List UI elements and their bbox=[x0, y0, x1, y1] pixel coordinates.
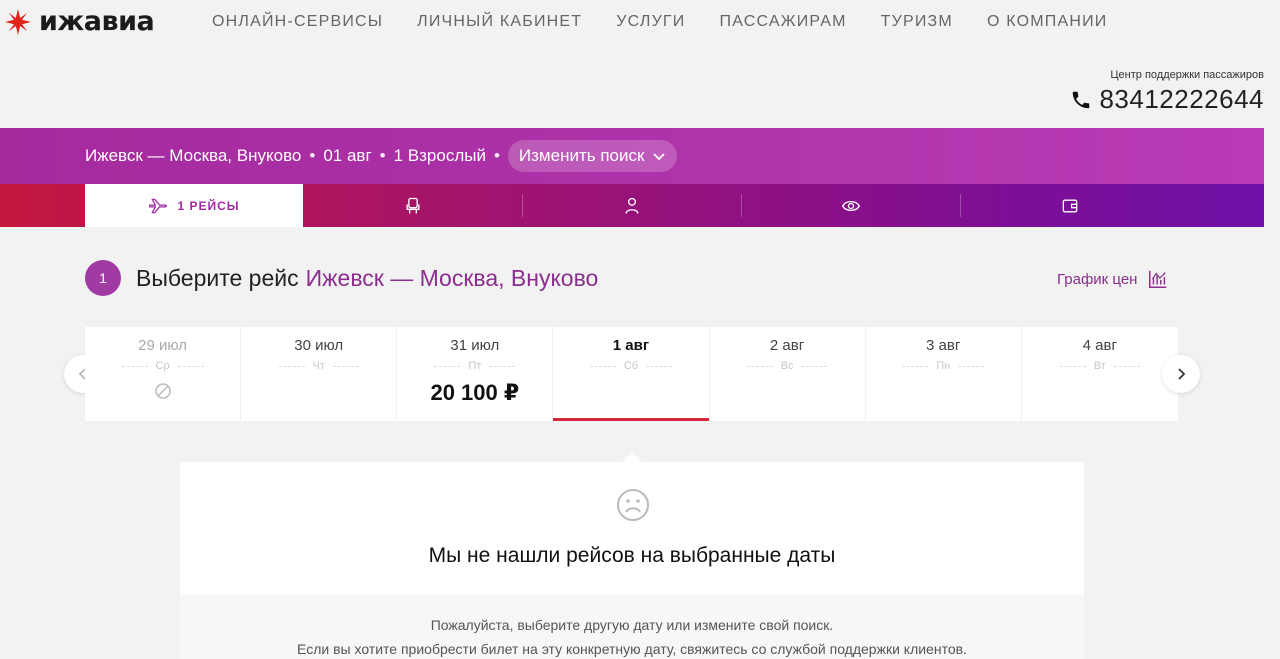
summary-date: 01 авг bbox=[323, 146, 372, 165]
card-pointer bbox=[622, 452, 642, 462]
booking-steps: 1 РЕЙСЫ bbox=[0, 184, 1264, 227]
sad-face-icon bbox=[617, 489, 649, 521]
menu-item-passengers[interactable]: ПАССАЖИРАМ bbox=[720, 13, 847, 31]
date-cell[interactable]: 30 июл Чт bbox=[241, 327, 398, 421]
weekday-label: Пн bbox=[866, 360, 1021, 372]
eye-icon bbox=[841, 200, 860, 211]
step-passengers[interactable] bbox=[522, 184, 741, 227]
main-menu: ОНЛАЙН-СЕРВИСЫ ЛИЧНЫЙ КАБИНЕТ УСЛУГИ ПАС… bbox=[212, 13, 1141, 31]
date-cell[interactable]: 4 авг Вт bbox=[1022, 327, 1178, 421]
logo-text: ижавиа bbox=[39, 6, 155, 37]
step-seats[interactable] bbox=[303, 184, 522, 227]
date-cell[interactable]: 31 июл Пт 20 100 ₽ bbox=[397, 327, 554, 421]
no-flights-message-2: Если вы хотите приобрести билет на эту к… bbox=[297, 641, 967, 657]
section-route: Ижевск — Москва, Внуково bbox=[305, 264, 599, 291]
chevron-right-icon bbox=[1178, 368, 1186, 380]
date-label: 29 июл bbox=[138, 337, 188, 354]
date-label: 31 июл bbox=[450, 337, 500, 354]
step-review[interactable] bbox=[741, 184, 960, 227]
weekday-label: Сб bbox=[553, 360, 708, 372]
date-cell[interactable]: 2 авг Вс bbox=[710, 327, 866, 421]
step-number-badge: 1 bbox=[85, 260, 121, 296]
weekday-label: Ср bbox=[85, 360, 240, 372]
no-flights-title: Мы не нашли рейсов на выбранные даты bbox=[428, 544, 836, 567]
no-flights-message-1: Пожалуйста, выберите другую дату или изм… bbox=[430, 617, 834, 633]
date-label: 30 июл bbox=[294, 337, 344, 354]
summary-passengers: 1 Взрослый bbox=[393, 146, 486, 165]
person-icon bbox=[625, 197, 638, 214]
menu-item-account[interactable]: ЛИЧНЫЙ КАБИНЕТ bbox=[417, 13, 582, 31]
section-heading: Выберите рейс bbox=[136, 264, 299, 291]
menu-item-online-services[interactable]: ОНЛАЙН-СЕРВИСЫ bbox=[212, 13, 383, 31]
date-label: 4 авг bbox=[1082, 337, 1117, 354]
weekday-label: Вс bbox=[710, 360, 865, 372]
step-flights-label: 1 РЕЙСЫ bbox=[177, 198, 240, 213]
top-navigation: ижавиа ОНЛАЙН-СЕРВИСЫ ЛИЧНЫЙ КАБИНЕТ УСЛ… bbox=[0, 0, 1280, 46]
step-payment[interactable] bbox=[960, 184, 1179, 227]
summary-separator: • bbox=[379, 146, 386, 165]
weekday-label: Пт bbox=[397, 360, 552, 372]
weekday-label: Чт bbox=[241, 360, 396, 372]
date-cell: 29 июл Ср bbox=[85, 327, 242, 421]
support-phone-number: 83412222644 bbox=[1099, 84, 1264, 114]
weekday-label: Вт bbox=[1022, 360, 1178, 372]
date-label: 1 авг bbox=[612, 337, 650, 354]
date-label: 3 авг bbox=[926, 337, 961, 354]
summary-route: Ижевск — Москва, Внуково bbox=[85, 146, 302, 165]
menu-item-about[interactable]: О КОМПАНИИ bbox=[987, 13, 1108, 31]
plane-icon bbox=[149, 198, 168, 213]
phone-icon bbox=[1073, 91, 1090, 108]
summary-separator: • bbox=[493, 146, 500, 165]
section-title: 1 Выберите рейс Ижевск — Москва, Внуково bbox=[85, 260, 598, 296]
support-label: Центр поддержки пассажиров bbox=[1110, 69, 1264, 81]
logo[interactable]: ижавиа bbox=[4, 6, 155, 37]
price-graph-link[interactable]: График цен bbox=[1057, 268, 1169, 290]
wallet-icon bbox=[1062, 199, 1077, 212]
date-price: 20 100 ₽ bbox=[430, 380, 520, 405]
change-search-button[interactable]: Изменить поиск bbox=[507, 140, 678, 172]
date-carousel: 29 июл Ср 30 июл Чт 31 июл Пт 20 100 ₽ 1… bbox=[85, 327, 1178, 421]
support-phone-link[interactable]: 83412222644 bbox=[1070, 84, 1264, 115]
chevron-down-icon bbox=[653, 153, 666, 161]
support-block: Центр поддержки пассажиров 83412222644 bbox=[1070, 69, 1264, 115]
summary-separator: • bbox=[309, 146, 316, 165]
price-graph-label: График цен bbox=[1057, 270, 1138, 288]
seat-icon bbox=[406, 197, 419, 213]
date-cell[interactable]: 3 авг Пн bbox=[866, 327, 1022, 421]
menu-item-services[interactable]: УСЛУГИ bbox=[616, 13, 685, 31]
logo-star-icon bbox=[5, 8, 31, 35]
chart-icon bbox=[1149, 270, 1167, 288]
no-flights-message-box: Пожалуйста, выберите другую дату или изм… bbox=[180, 594, 1084, 659]
dates-next-button[interactable] bbox=[1162, 355, 1200, 393]
step-flights[interactable]: 1 РЕЙСЫ bbox=[85, 184, 303, 227]
search-summary: Ижевск — Москва, Внуково • 01 авг • 1 Вз… bbox=[85, 140, 678, 172]
date-cell-selected[interactable]: 1 авг Сб bbox=[553, 327, 710, 421]
change-search-label: Изменить поиск bbox=[518, 146, 645, 165]
no-flights-card: Мы не нашли рейсов на выбранные даты Пож… bbox=[180, 462, 1084, 659]
menu-item-tourism[interactable]: ТУРИЗМ bbox=[881, 13, 953, 31]
unavailable-icon bbox=[154, 383, 171, 399]
search-summary-bar: Ижевск — Москва, Внуково • 01 авг • 1 Вз… bbox=[0, 128, 1264, 184]
date-label: 2 авг bbox=[769, 337, 805, 354]
